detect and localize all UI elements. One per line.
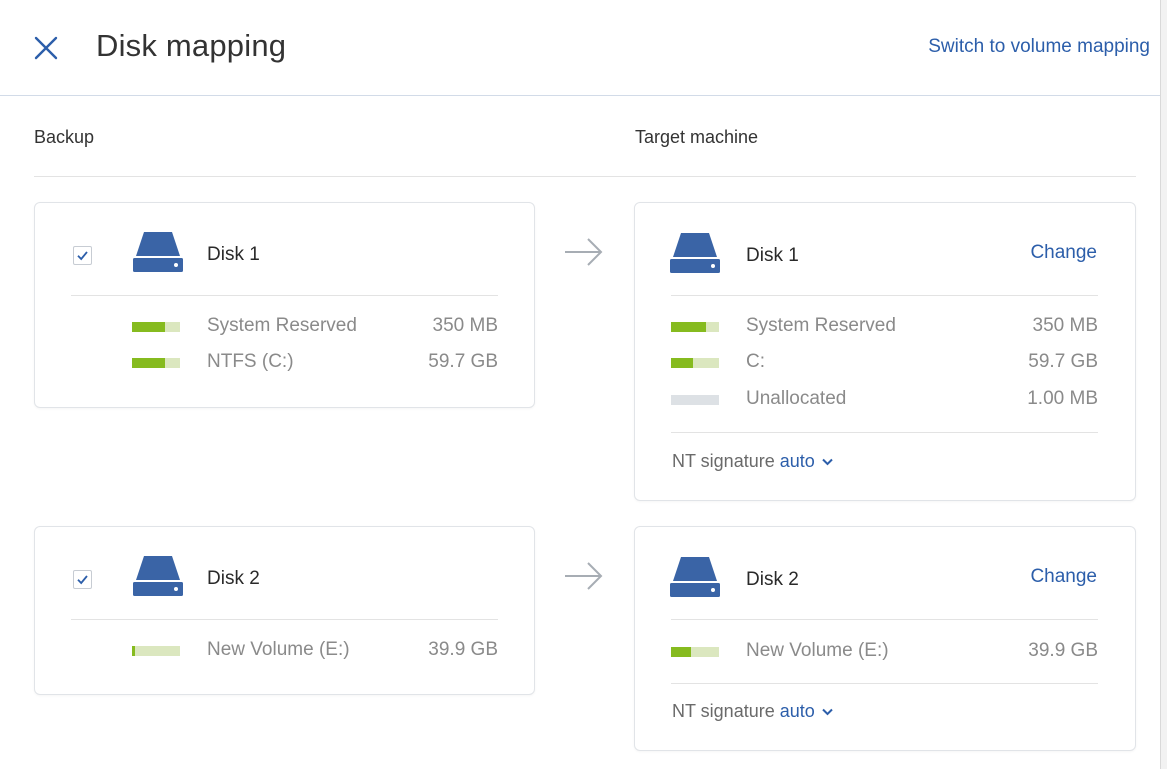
change-disk-link[interactable]: Change [1030, 566, 1097, 588]
hard-disk-icon [670, 233, 720, 273]
scrollbar[interactable] [1160, 0, 1167, 769]
change-disk-link[interactable]: Change [1030, 242, 1097, 264]
partition-row: C: 59.7 GB [671, 351, 1098, 377]
disk-checkbox[interactable] [73, 570, 92, 589]
card-separator [71, 295, 498, 296]
partition-bar-fill [132, 358, 165, 368]
backup-disk-card: Disk 2 New Volume (E:) 39.9 GB [34, 526, 535, 695]
target-disk-card: Disk 2 Change New Volume (E:) 39.9 GB NT… [634, 526, 1136, 751]
partition-bar [132, 322, 180, 332]
partition-size: 59.7 GB [1028, 351, 1098, 372]
partition-row: New Volume (E:) 39.9 GB [132, 639, 498, 665]
partition-label: New Volume (E:) [207, 639, 350, 660]
partition-row: System Reserved 350 MB [132, 315, 498, 341]
partition-size: 350 MB [432, 315, 498, 336]
partition-label: Unallocated [746, 388, 847, 409]
column-header-backup: Backup [34, 127, 95, 147]
partition-row: NTFS (C:) 59.7 GB [132, 351, 498, 377]
partition-bar-fill [671, 647, 692, 657]
close-icon[interactable] [30, 32, 62, 64]
backup-disk-card: Disk 1 System Reserved 350 MB NTFS (C:) … [34, 202, 535, 408]
partition-bar [671, 322, 719, 332]
disk-checkbox[interactable] [73, 246, 92, 265]
dialog-header: Disk mapping Switch to volume mapping [0, 0, 1160, 96]
card-separator [671, 619, 1098, 620]
disk-name: Disk 1 [207, 244, 260, 265]
nt-signature-dropdown[interactable]: auto [780, 701, 833, 721]
partition-bar-fill [132, 646, 135, 656]
column-divider [34, 176, 1136, 177]
column-header-target-machine: Target machine [635, 127, 759, 147]
partition-bar [132, 646, 180, 656]
card-separator [71, 619, 498, 620]
partition-size: 39.9 GB [428, 639, 498, 660]
partition-bar [671, 358, 719, 368]
disk-name: Disk 2 [207, 568, 260, 589]
nt-signature-value: auto [779, 451, 815, 471]
partition-bar [132, 358, 180, 368]
card-separator [671, 295, 1098, 296]
chevron-down-icon [822, 459, 833, 466]
partition-bar-fill [671, 358, 693, 368]
partition-row: System Reserved 350 MB [671, 315, 1098, 341]
nt-signature-label: NT signature [672, 701, 775, 721]
switch-to-volume-mapping-link[interactable]: Switch to volume mapping [928, 36, 1150, 58]
partition-label: C: [746, 351, 765, 372]
partition-size: 1.00 MB [1027, 388, 1098, 409]
hard-disk-icon [133, 556, 183, 596]
partition-label: System Reserved [746, 315, 896, 336]
partition-size: 350 MB [1032, 315, 1098, 336]
card-separator [671, 432, 1098, 433]
nt-signature-dropdown[interactable]: auto [780, 451, 833, 471]
nt-signature: NT signature auto [672, 451, 833, 472]
partition-row: New Volume (E:) 39.9 GB [671, 640, 1098, 666]
hard-disk-icon [133, 232, 183, 272]
hard-disk-icon [670, 557, 720, 597]
partition-row: Unallocated 1.00 MB [671, 388, 1098, 414]
partition-bar-fill [132, 322, 165, 332]
partition-size: 59.7 GB [428, 351, 498, 372]
unallocated-bar [671, 395, 719, 405]
partition-label: NTFS (C:) [207, 351, 294, 372]
chevron-down-icon [822, 709, 833, 716]
disk-name: Disk 2 [746, 569, 799, 590]
nt-signature-value: auto [779, 701, 815, 721]
arrow-right-icon [565, 562, 603, 590]
card-separator [671, 683, 1098, 684]
partition-label: New Volume (E:) [746, 640, 889, 661]
target-disk-card: Disk 1 Change System Reserved 350 MB C: … [634, 202, 1136, 501]
nt-signature-label: NT signature [672, 451, 775, 471]
page-title: Disk mapping [96, 28, 287, 63]
nt-signature: NT signature auto [672, 701, 833, 722]
arrow-right-icon [565, 238, 603, 266]
partition-label: System Reserved [207, 315, 357, 336]
partition-bar [671, 647, 719, 657]
partition-bar-fill [671, 322, 706, 332]
partition-size: 39.9 GB [1028, 640, 1098, 661]
disk-name: Disk 1 [746, 245, 799, 266]
